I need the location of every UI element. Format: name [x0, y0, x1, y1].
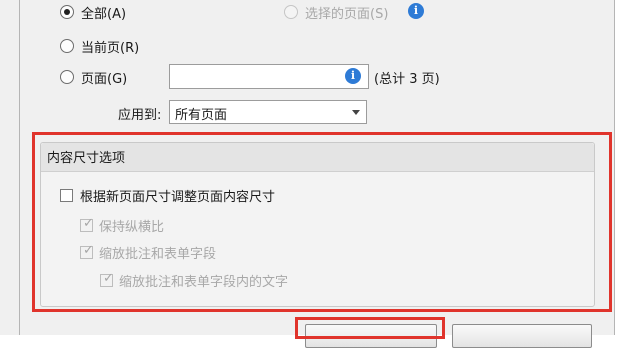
- cancel-button[interactable]: [452, 324, 592, 348]
- current-page-label[interactable]: 当前页(R): [81, 37, 139, 56]
- ok-highlight-box: [295, 317, 445, 339]
- chevron-down-icon: [352, 110, 360, 115]
- page-range-label[interactable]: 页面(G): [81, 68, 127, 87]
- apply-to-select[interactable]: 所有页面: [169, 100, 367, 124]
- info-icon[interactable]: i: [408, 3, 424, 19]
- apply-to-value: 所有页面: [175, 108, 228, 123]
- selected-pages-radio[interactable]: [284, 5, 298, 19]
- selected-pages-label[interactable]: 选择的页面(S): [305, 3, 388, 22]
- dialog-border-left: [19, 0, 20, 335]
- info-icon[interactable]: i: [345, 68, 361, 84]
- apply-to-label: 应用到:: [118, 108, 162, 123]
- page-range-input[interactable]: [169, 64, 369, 89]
- all-pages-label[interactable]: 全部(A): [81, 3, 126, 22]
- current-page-radio[interactable]: [60, 39, 74, 53]
- dialog-edge: [615, 0, 630, 335]
- highlight-box: [32, 132, 612, 312]
- page-range-radio[interactable]: [60, 70, 74, 84]
- total-pages-label: (总计 3 页): [374, 72, 440, 87]
- page-range-dialog: 全部(A) 选择的页面(S) i 当前页(R) 页面(G) i (总计 3 页)…: [0, 0, 630, 348]
- all-pages-radio[interactable]: [60, 5, 74, 19]
